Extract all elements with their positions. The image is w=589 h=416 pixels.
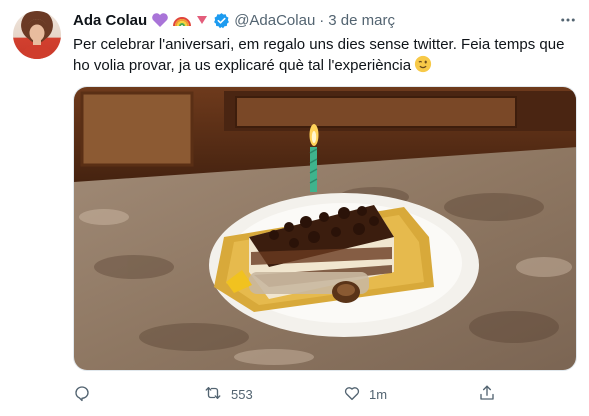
separator-dot: · <box>319 11 325 29</box>
tweet-text: Per celebrar l'aniversari, em regalo uns… <box>73 34 573 79</box>
retweet-button[interactable]: 553 <box>203 382 253 406</box>
tweet-date[interactable]: 3 de març <box>328 12 395 29</box>
reply-icon <box>73 384 91 405</box>
purple-heart-icon <box>151 12 169 28</box>
share-button[interactable] <box>478 382 504 406</box>
tweet[interactable]: Ada Colau @AdaColau · 3 de març Per cele… <box>0 0 589 416</box>
heart-icon <box>343 384 361 405</box>
share-icon <box>478 384 496 405</box>
like-button[interactable]: 1m <box>343 382 387 406</box>
retweet-icon <box>203 384 223 405</box>
tweet-photo[interactable] <box>73 86 577 371</box>
more-options-icon[interactable] <box>556 8 580 32</box>
birthday-cake-photo <box>74 87 576 370</box>
author-name[interactable]: Ada Colau <box>73 12 147 29</box>
author-handle[interactable]: @AdaColau <box>234 12 315 29</box>
tweet-actions: 553 1m <box>73 382 513 406</box>
like-count: 1m <box>369 386 388 402</box>
tweet-header: Ada Colau @AdaColau · 3 de març <box>73 10 395 30</box>
rainbow-icon <box>173 12 192 28</box>
winking-face-icon <box>414 55 432 79</box>
verified-badge-icon <box>213 12 230 29</box>
down-triangle-icon <box>195 13 209 27</box>
tweet-text-content: Per celebrar l'aniversari, em regalo uns… <box>73 36 565 74</box>
retweet-count: 553 <box>231 386 253 402</box>
reply-button[interactable] <box>73 382 99 406</box>
avatar[interactable] <box>13 11 61 59</box>
